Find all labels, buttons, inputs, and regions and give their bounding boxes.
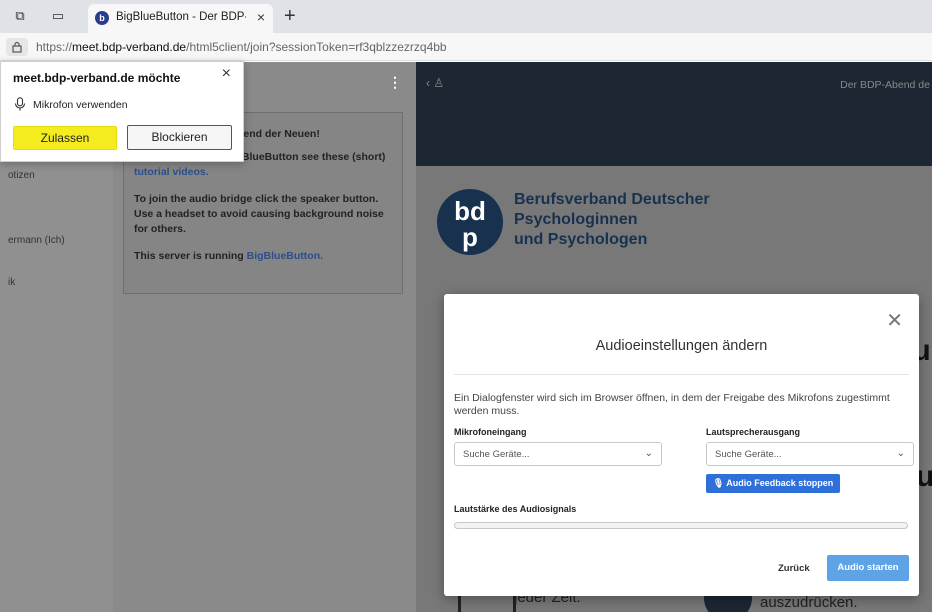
permission-close-icon[interactable]: × [222,65,231,83]
audio-settings-modal: ✕ Audioeinstellungen ändern Ein Dialogfe… [444,294,919,596]
bigbluebutton-link[interactable]: BigBlueButton. [247,250,323,262]
chevron-down-icon: ⌄ [644,448,653,459]
top-navbar: ‹ ♙ Der BDP-Abend de [416,62,932,166]
bdp-logo: bd p [436,188,504,259]
tab-title: BigBlueButton - Der BDP-Abend [116,11,246,23]
logo-line-3: und Psychologen [514,231,648,248]
back-button[interactable]: Zurück [778,563,810,574]
url-text[interactable]: https://meet.bdp-verband.de/html5client/… [36,40,447,54]
browser-tab-bigbluebutton[interactable]: b BigBlueButton - Der BDP-Abend × [88,4,273,33]
url-domain: meet.bdp-verband.de [72,40,187,54]
userlist-item-self[interactable]: ermann (Ich) [8,235,65,246]
permission-title: meet.bdp-verband.de möchte [13,71,181,85]
permission-label: Mikrofon verwenden [33,99,128,111]
toggle-userlist-icon[interactable]: ‹ ♙ [426,76,444,90]
chat-options-icon[interactable]: ⋮ [388,74,402,91]
speaker-output-label: Lautsprecherausgang [706,427,801,437]
logo-line-1: Berufsverband Deutscher [514,191,710,208]
bdp-logo-icon: bd p [437,189,503,255]
modal-divider [454,374,909,375]
start-audio-button[interactable]: Audio starten [827,555,909,581]
meeting-title: Der BDP-Abend de [840,79,930,91]
allow-button[interactable]: Zulassen [13,126,117,150]
userlist-item-other[interactable]: ik [8,277,15,288]
tab-close-icon[interactable]: × [257,9,265,25]
bigbluebutton-favicon-icon: b [95,11,109,25]
slide-text-2: auszudrücken. [760,594,858,611]
modal-description: Ein Dialogfenster wird sich im Browser ö… [454,392,890,417]
block-button[interactable]: Blockieren [127,125,232,150]
mic-input-value: Suche Geräte... [463,449,530,460]
new-tab-icon[interactable]: + [284,5,296,28]
lock-icon [12,41,22,53]
feedback-button-label: Audio Feedback stoppen [726,478,834,488]
speaker-output-select[interactable]: Suche Geräte... ⌄ [706,442,914,466]
site-info-button[interactable] [6,38,28,56]
userlist-item-notes[interactable]: otizen [8,170,35,181]
logo-line-2: Psychologinnen [514,211,638,228]
browser-tab-bar: ⧉ ▭ b BigBlueButton - Der BDP-Abend × + [0,0,932,33]
audio-level-label: Lautstärke des Audiosignals [454,504,577,514]
bdp-logo-text: Berufsverband Deutscher Psychologinnen u… [514,190,710,250]
svg-text:p: p [462,222,478,252]
mic-input-select[interactable]: Suche Geräte... ⌄ [454,442,662,466]
url-scheme: https:// [36,40,73,54]
server-text: This server is running [134,250,244,262]
url-path: /html5client/join?sessionToken=rf3qblzze… [186,40,447,54]
mic-input-label: Mikrofoneingang [454,427,527,437]
modal-close-icon[interactable]: ✕ [886,308,903,333]
workspaces-icon[interactable]: ⧉ [12,8,28,24]
audio-feedback-stop-button[interactable]: 🎙︎ Audio Feedback stoppen [706,474,840,493]
modal-title: Audioeinstellungen ändern [595,338,768,354]
chevron-down-icon: ⌄ [896,448,905,459]
audio-level-meter [454,522,908,529]
mute-icon: 🎙︎ [712,478,725,488]
mic-permission-popup: meet.bdp-verband.de möchte × Mikrofon ve… [0,61,244,162]
microphone-icon [14,97,26,111]
tab-actions-icon[interactable]: ▭ [50,8,66,24]
tutorial-link[interactable]: tutorial videos. [134,166,209,178]
audio-hint: To join the audio bridge click the speak… [134,193,384,235]
address-bar[interactable]: https://meet.bdp-verband.de/html5client/… [0,33,932,61]
speaker-output-value: Suche Geräte... [715,449,782,460]
